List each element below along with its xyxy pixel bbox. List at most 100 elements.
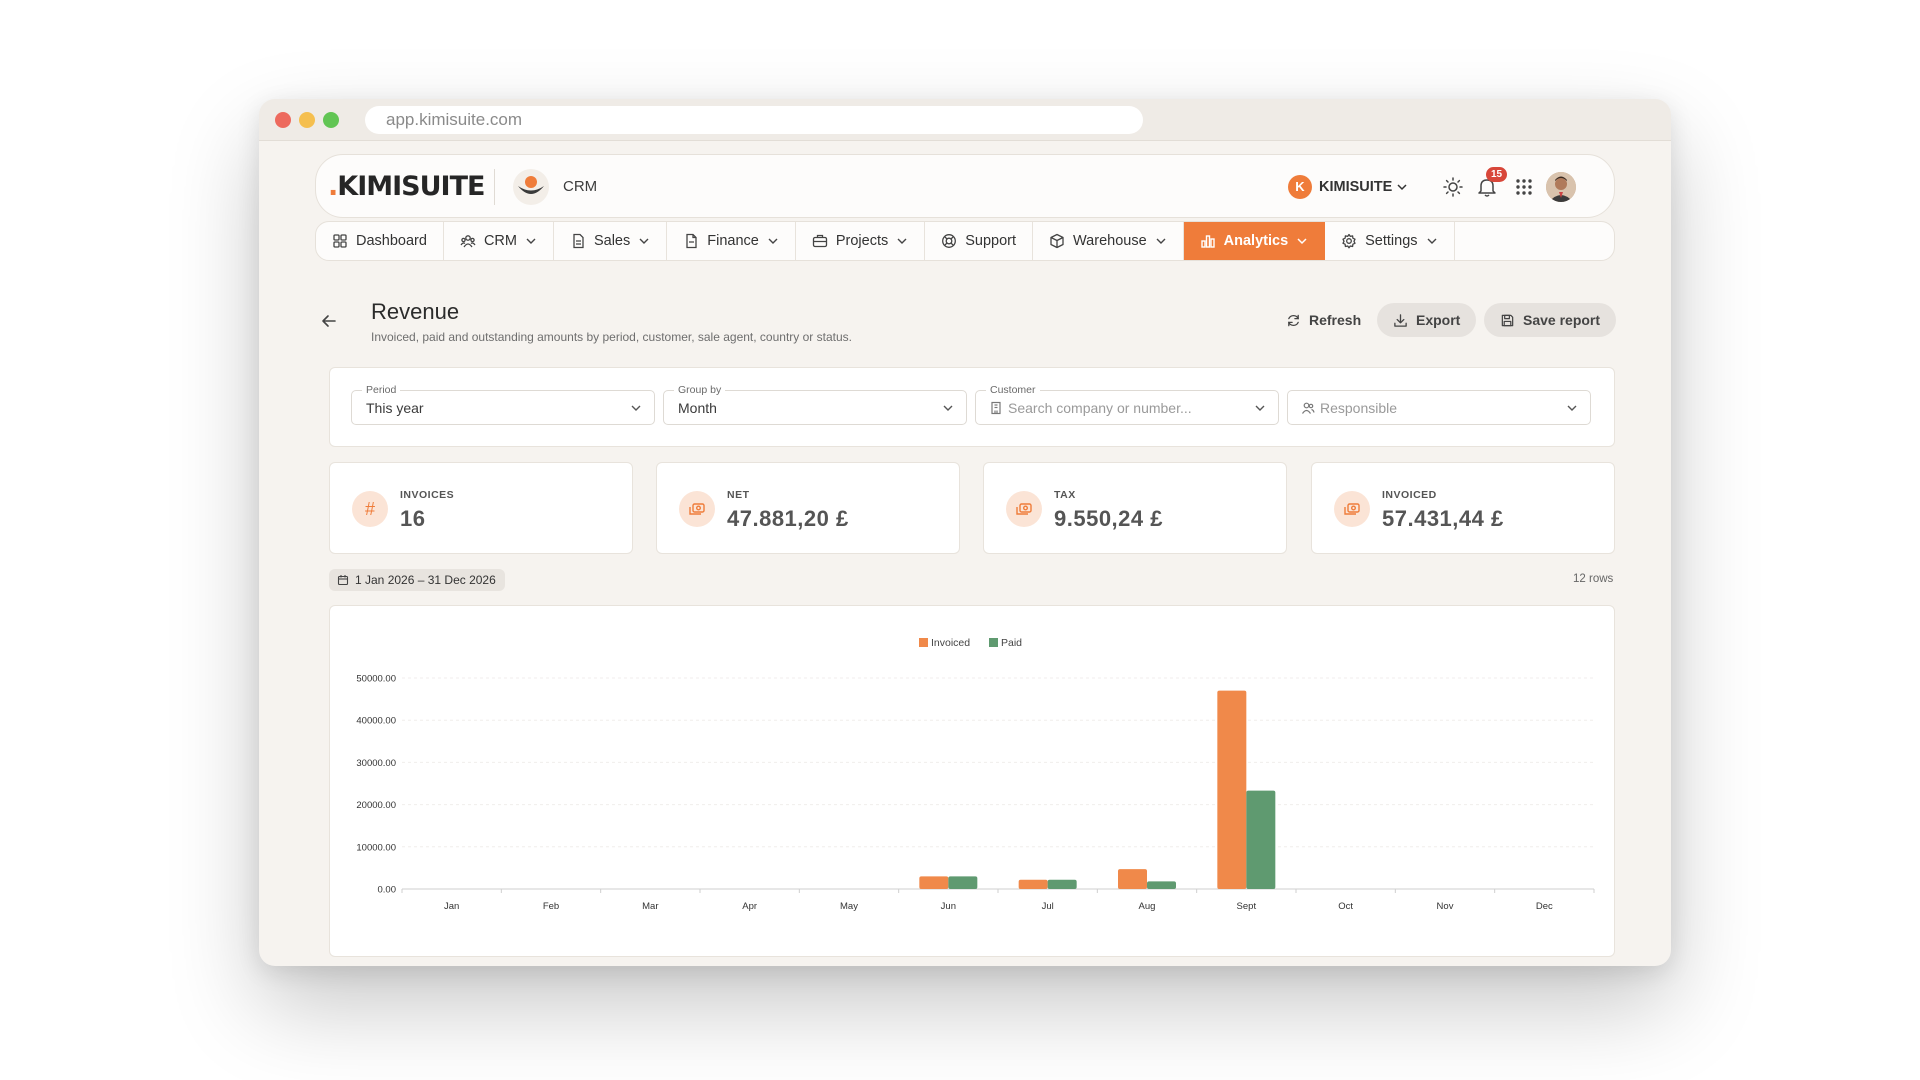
- tenant-avatar: K: [1288, 175, 1312, 199]
- tenant-name: KIMISUITE: [1319, 179, 1393, 195]
- money-icon: [1006, 491, 1042, 527]
- y-tick-label: 30000.00: [356, 758, 396, 769]
- customer-select[interactable]: Customer Search company or number...: [975, 384, 1279, 425]
- crm-module-icon: [513, 169, 549, 205]
- period-select[interactable]: Period This year: [351, 384, 655, 425]
- legend-label: Invoiced: [931, 637, 970, 649]
- x-tick-label: Aug: [1139, 901, 1156, 912]
- kimisuite-logo[interactable]: .KIMISUITE: [328, 171, 485, 202]
- chevron-down-icon: [639, 238, 649, 244]
- page-subtitle: Invoiced, paid and outstanding amounts b…: [371, 330, 852, 344]
- save-report-label: Save report: [1523, 312, 1601, 328]
- nav-label: Warehouse: [1073, 233, 1147, 249]
- main-navigation: Dashboard CRM Sales Finance Projects Sup…: [315, 221, 1615, 261]
- maximize-window-button[interactable]: [323, 112, 339, 128]
- bar-invoiced-sept: [1217, 690, 1247, 889]
- kpi-card-net: NET 47.881,20 £: [656, 462, 960, 554]
- y-tick-label: 40000.00: [356, 716, 396, 727]
- kpi-value: 16: [400, 506, 426, 531]
- nav-item-projects[interactable]: Projects: [796, 222, 926, 260]
- money-icon: [1334, 491, 1370, 527]
- x-tick-label: Jul: [1042, 901, 1054, 912]
- y-tick-label: 50000.00: [356, 674, 396, 685]
- tenant-switcher[interactable]: K KIMISUITE: [1288, 175, 1408, 199]
- chevron-down-icon: [1156, 238, 1166, 244]
- close-window-button[interactable]: [275, 112, 291, 128]
- nav-item-sales[interactable]: Sales: [554, 222, 668, 260]
- download-icon: [1394, 313, 1407, 327]
- back-arrow-icon[interactable]: [319, 311, 339, 331]
- x-tick-label: Jan: [444, 901, 459, 912]
- chevron-down-icon: [526, 238, 536, 244]
- group-by-select[interactable]: Group by Month: [663, 384, 967, 425]
- nav-label: Sales: [593, 233, 631, 249]
- chevron-down-icon: [943, 405, 953, 411]
- export-button[interactable]: Export: [1377, 303, 1477, 337]
- revenue-bar-chart: Invoiced Paid 0.00 10000.00 20000.00 30000.00…: [356, 637, 1595, 912]
- users-icon: [460, 235, 476, 248]
- kpi-label: NET: [727, 489, 750, 501]
- x-tick-label: Mar: [642, 901, 658, 912]
- sun-icon[interactable]: [1442, 176, 1464, 198]
- x-tick-label: Dec: [1536, 901, 1553, 912]
- kpi-card-invoiced: INVOICED 57.431,44 £: [1311, 462, 1615, 554]
- save-icon: [1501, 314, 1514, 326]
- apps-grid-icon[interactable]: [1513, 176, 1535, 198]
- responsible-select[interactable]: Responsible: [1287, 390, 1591, 425]
- nav-item-warehouse[interactable]: Warehouse: [1033, 222, 1184, 260]
- chevron-down-icon: [1427, 238, 1437, 244]
- bar-invoiced-jul: [1018, 879, 1048, 889]
- customer-search-input[interactable]: Search company or number...: [1008, 400, 1192, 416]
- refresh-icon: [1288, 314, 1299, 326]
- chevron-down-icon: [1297, 238, 1307, 245]
- x-tick-label: May: [840, 901, 858, 912]
- bar-invoiced-jun: [919, 876, 949, 889]
- user-avatar[interactable]: [1546, 172, 1576, 202]
- kpi-value: 9.550,24 £: [1054, 506, 1163, 531]
- nav-label: Support: [965, 233, 1017, 249]
- app-header: .KIMISUITE CRM K KIMISUITE 15: [315, 154, 1615, 218]
- invoice-icon: [686, 233, 697, 249]
- x-tick-label: Feb: [543, 901, 559, 912]
- refresh-label: Refresh: [1309, 312, 1362, 328]
- group-by-label: Group by: [674, 384, 726, 396]
- briefcase-icon: [812, 234, 827, 248]
- date-range-chip[interactable]: 1 Jan 2026 – 31 Dec 2026: [329, 569, 505, 591]
- nav-label: Settings: [1365, 233, 1418, 249]
- nav-item-analytics[interactable]: Analytics: [1183, 222, 1326, 260]
- chevron-down-icon: [768, 238, 778, 244]
- nav-item-settings[interactable]: Settings: [1325, 222, 1455, 260]
- nav-item-finance[interactable]: Finance: [667, 222, 796, 260]
- nav-label: Dashboard: [356, 233, 427, 249]
- nav-item-support[interactable]: Support: [925, 222, 1034, 260]
- y-tick-label: 0.00: [378, 885, 397, 896]
- chevron-down-icon: [631, 405, 641, 411]
- group-by-value: Month: [678, 400, 717, 416]
- kpi-label: INVOICES: [400, 489, 455, 501]
- customer-label: Customer: [986, 384, 1040, 396]
- x-tick-label: Oct: [1338, 901, 1353, 912]
- legend-label: Paid: [1001, 637, 1022, 649]
- nav-item-crm[interactable]: CRM: [444, 222, 554, 260]
- export-label: Export: [1416, 312, 1461, 328]
- kpi-label: TAX: [1054, 489, 1076, 501]
- x-tick-label: Jun: [941, 901, 956, 912]
- kpi-card-tax: TAX 9.550,24 £: [983, 462, 1287, 554]
- nav-item-dashboard[interactable]: Dashboard: [316, 222, 444, 260]
- legend-swatch: [919, 638, 928, 647]
- money-icon: [679, 491, 715, 527]
- gear-icon: [1342, 233, 1356, 249]
- revenue-chart-card: Invoiced Paid 0.00 10000.00 20000.00 30000.00…: [329, 605, 1615, 957]
- x-tick-label: Nov: [1437, 901, 1454, 912]
- minimize-window-button[interactable]: [299, 112, 315, 128]
- box-icon: [1050, 233, 1064, 249]
- page-title: Revenue: [371, 299, 460, 324]
- save-report-button[interactable]: Save report: [1484, 303, 1617, 337]
- refresh-button[interactable]: Refresh: [1286, 303, 1361, 337]
- rows-count: 12 rows: [1573, 573, 1614, 585]
- browser-window: app.kimisuite.com .KIMISUITE CRM K KIMIS…: [259, 99, 1671, 966]
- filters-panel: Period This year Group by Month Customer…: [329, 367, 1615, 447]
- date-range-text: 1 Jan 2026 – 31 Dec 2026: [355, 573, 496, 587]
- legend-swatch: [989, 638, 998, 647]
- address-bar[interactable]: app.kimisuite.com: [365, 106, 1143, 134]
